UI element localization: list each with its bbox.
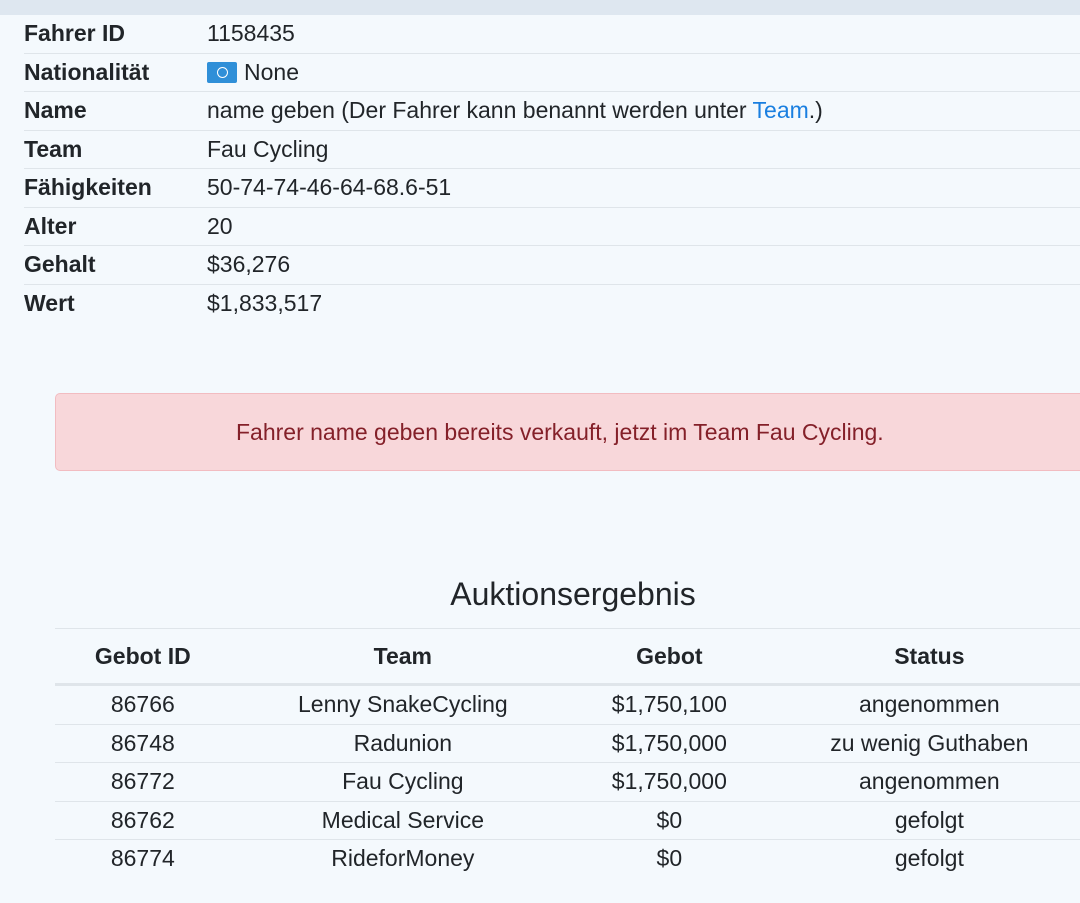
info-row-team: Team Fau Cycling [24, 130, 1080, 169]
nationality-cell: None [207, 53, 1080, 92]
column-header-bid: Gebot [574, 628, 764, 686]
market-value: $1,833,517 [207, 289, 323, 316]
info-row-age: Alter 20 [24, 207, 1080, 246]
info-label: Fähigkeiten [24, 168, 207, 208]
bid-amount-cell: $0 [656, 845, 683, 872]
info-row-nationality: Nationalität None [24, 53, 1080, 92]
bid-id-cell: 86762 [55, 801, 231, 840]
bid-amount-cell: $1,750,000 [574, 724, 764, 763]
nationality-value: None [244, 58, 299, 85]
column-header-team: Team [230, 628, 575, 686]
column-header-bid-id: Gebot ID [55, 628, 231, 686]
team-cell: RideforMoney [331, 845, 475, 872]
status-cell: zu wenig Guthaben [763, 724, 1080, 763]
skills-value: 50-74-74-46-64-68.6-51 [207, 168, 1080, 208]
top-strip [0, 0, 1080, 15]
bid-id-cell: 86766 [55, 684, 231, 725]
status-cell: gefolgt [894, 845, 964, 872]
driver-info-table: Fahrer ID 1158435 Nationalität None Name… [24, 15, 1080, 322]
info-row-salary: Gehalt $36,276 [24, 245, 1080, 285]
team-link[interactable]: Team [753, 97, 809, 123]
name-value-suffix: .) [808, 97, 823, 124]
info-label: Name [24, 91, 207, 131]
team-cell: Fau Cycling [230, 762, 575, 802]
team-cell: Lenny SnakeCycling [230, 684, 575, 725]
team-cell: Radunion [230, 724, 575, 763]
status-cell: angenommen [763, 762, 1080, 802]
name-cell: name geben (Der Fahrer kann benannt werd… [207, 91, 1080, 131]
table-row: 86766 Lenny SnakeCycling $1,750,100 ange… [55, 684, 1080, 725]
info-label: Team [24, 130, 207, 169]
info-label: Wert [24, 289, 75, 316]
column-header-status: Status [763, 628, 1080, 686]
team-cell: Medical Service [230, 801, 575, 840]
info-row-value: Wert $1,833,517 [24, 284, 1080, 322]
table-row: 86774 RideforMoney $0 gefolgt [55, 840, 1080, 878]
table-header-row: Gebot ID Team Gebot Status [55, 628, 1080, 686]
un-flag-icon [207, 61, 237, 83]
sold-alert: Fahrer name geben bereits verkauft, jetz… [55, 393, 1080, 471]
bid-amount-cell: $1,750,100 [574, 684, 764, 725]
status-cell: gefolgt [763, 801, 1080, 840]
bid-amount-cell: $1,750,000 [574, 762, 764, 802]
bid-id-cell: 86748 [55, 724, 231, 763]
info-row-skills: Fähigkeiten 50-74-74-46-64-68.6-51 [24, 168, 1080, 208]
info-label: Gehalt [24, 245, 207, 285]
auction-title: Auktionsergebnis [450, 576, 696, 612]
age-value: 20 [207, 207, 1080, 246]
name-value: name geben (Der Fahrer kann benannt werd… [207, 97, 753, 124]
table-row: 86772 Fau Cycling $1,750,000 angenommen [55, 762, 1080, 802]
salary-value: $36,276 [207, 245, 1080, 285]
team-value: Fau Cycling [207, 130, 1080, 169]
info-row-name: Name name geben (Der Fahrer kann benannt… [24, 91, 1080, 131]
bid-id-cell: 86772 [55, 762, 231, 802]
driver-id-value: 1158435 [207, 15, 1080, 54]
bid-id-cell: 86774 [110, 845, 175, 872]
bid-amount-cell: $0 [574, 801, 764, 840]
table-row: 86748 Radunion $1,750,000 zu wenig Gutha… [55, 724, 1080, 763]
info-row-driver-id: Fahrer ID 1158435 [24, 15, 1080, 54]
info-label: Fahrer ID [24, 15, 207, 54]
table-row: 86762 Medical Service $0 gefolgt [55, 801, 1080, 840]
auction-results-table: Gebot ID Team Gebot Status 86766 Lenny S… [55, 628, 1080, 878]
info-label: Alter [24, 207, 207, 246]
status-cell: angenommen [763, 684, 1080, 725]
info-label: Nationalität [24, 53, 207, 92]
alert-message: Fahrer name geben bereits verkauft, jetz… [236, 419, 884, 445]
